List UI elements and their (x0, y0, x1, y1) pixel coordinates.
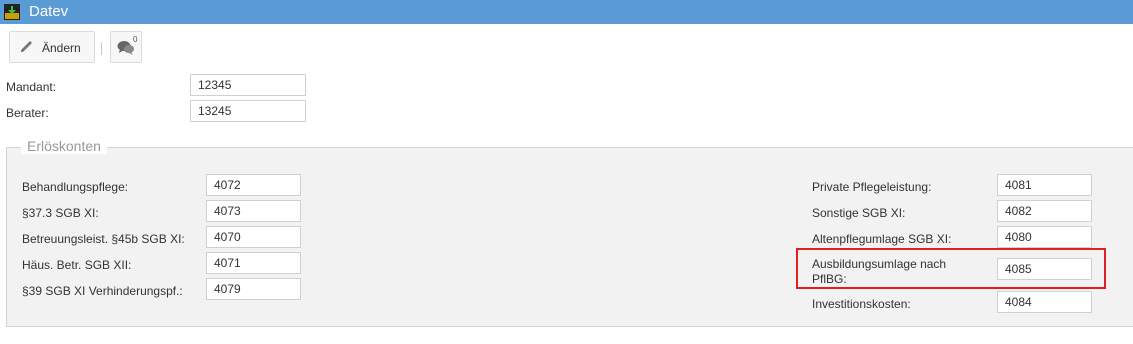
comments-button[interactable]: 0 (110, 31, 142, 63)
verhinderungspflege-label: §39 SGB XI Verhinderungspf.: (22, 284, 183, 298)
altenpflegumlage-label: Altenpflegumlage SGB XI: (812, 232, 952, 246)
mandant-input[interactable] (190, 74, 306, 96)
berater-label: Berater: (6, 106, 49, 120)
sonstige-sgb-xi-input[interactable] (997, 200, 1092, 222)
investitionskosten-input[interactable] (997, 291, 1092, 313)
berater-input[interactable] (190, 100, 306, 122)
pencil-icon (19, 40, 35, 57)
sgb-xi-37-3-label: §37.3 SGB XI: (22, 206, 99, 220)
toolbar-separator (101, 42, 102, 55)
erloeskonten-legend: Erlöskonten (21, 138, 107, 154)
mandant-label: Mandant: (6, 80, 57, 94)
sgb-xi-37-3-input[interactable] (206, 200, 301, 222)
haeus-betr-label: Häus. Betr. SGB XII: (22, 258, 132, 272)
investitionskosten-label: Investitionskosten: (812, 297, 911, 311)
private-pflegeleistung-label: Private Pflegeleistung: (812, 180, 932, 194)
private-pflegeleistung-input[interactable] (997, 174, 1092, 196)
altenpflegumlage-input[interactable] (997, 226, 1092, 248)
behandlungspflege-input[interactable] (206, 174, 301, 196)
betreuungsleistung-label: Betreuungsleist. §45b SGB XI: (22, 232, 185, 246)
edit-button[interactable]: Ändern (9, 31, 95, 63)
betreuungsleistung-input[interactable] (206, 226, 301, 248)
comment-count-badge: 0 (133, 35, 138, 44)
window-titlebar: Datev (0, 0, 1133, 24)
verhinderungspflege-input[interactable] (206, 278, 301, 300)
highlight-box (796, 248, 1106, 289)
datev-app-icon (4, 4, 20, 20)
toolbar: Ändern 0 (0, 28, 1133, 66)
window-title: Datev (29, 3, 69, 20)
edit-button-label: Ändern (42, 41, 81, 55)
haeus-betr-input[interactable] (206, 252, 301, 274)
sonstige-sgb-xi-label: Sonstige SGB XI: (812, 206, 906, 220)
behandlungspflege-label: Behandlungspflege: (22, 180, 129, 194)
